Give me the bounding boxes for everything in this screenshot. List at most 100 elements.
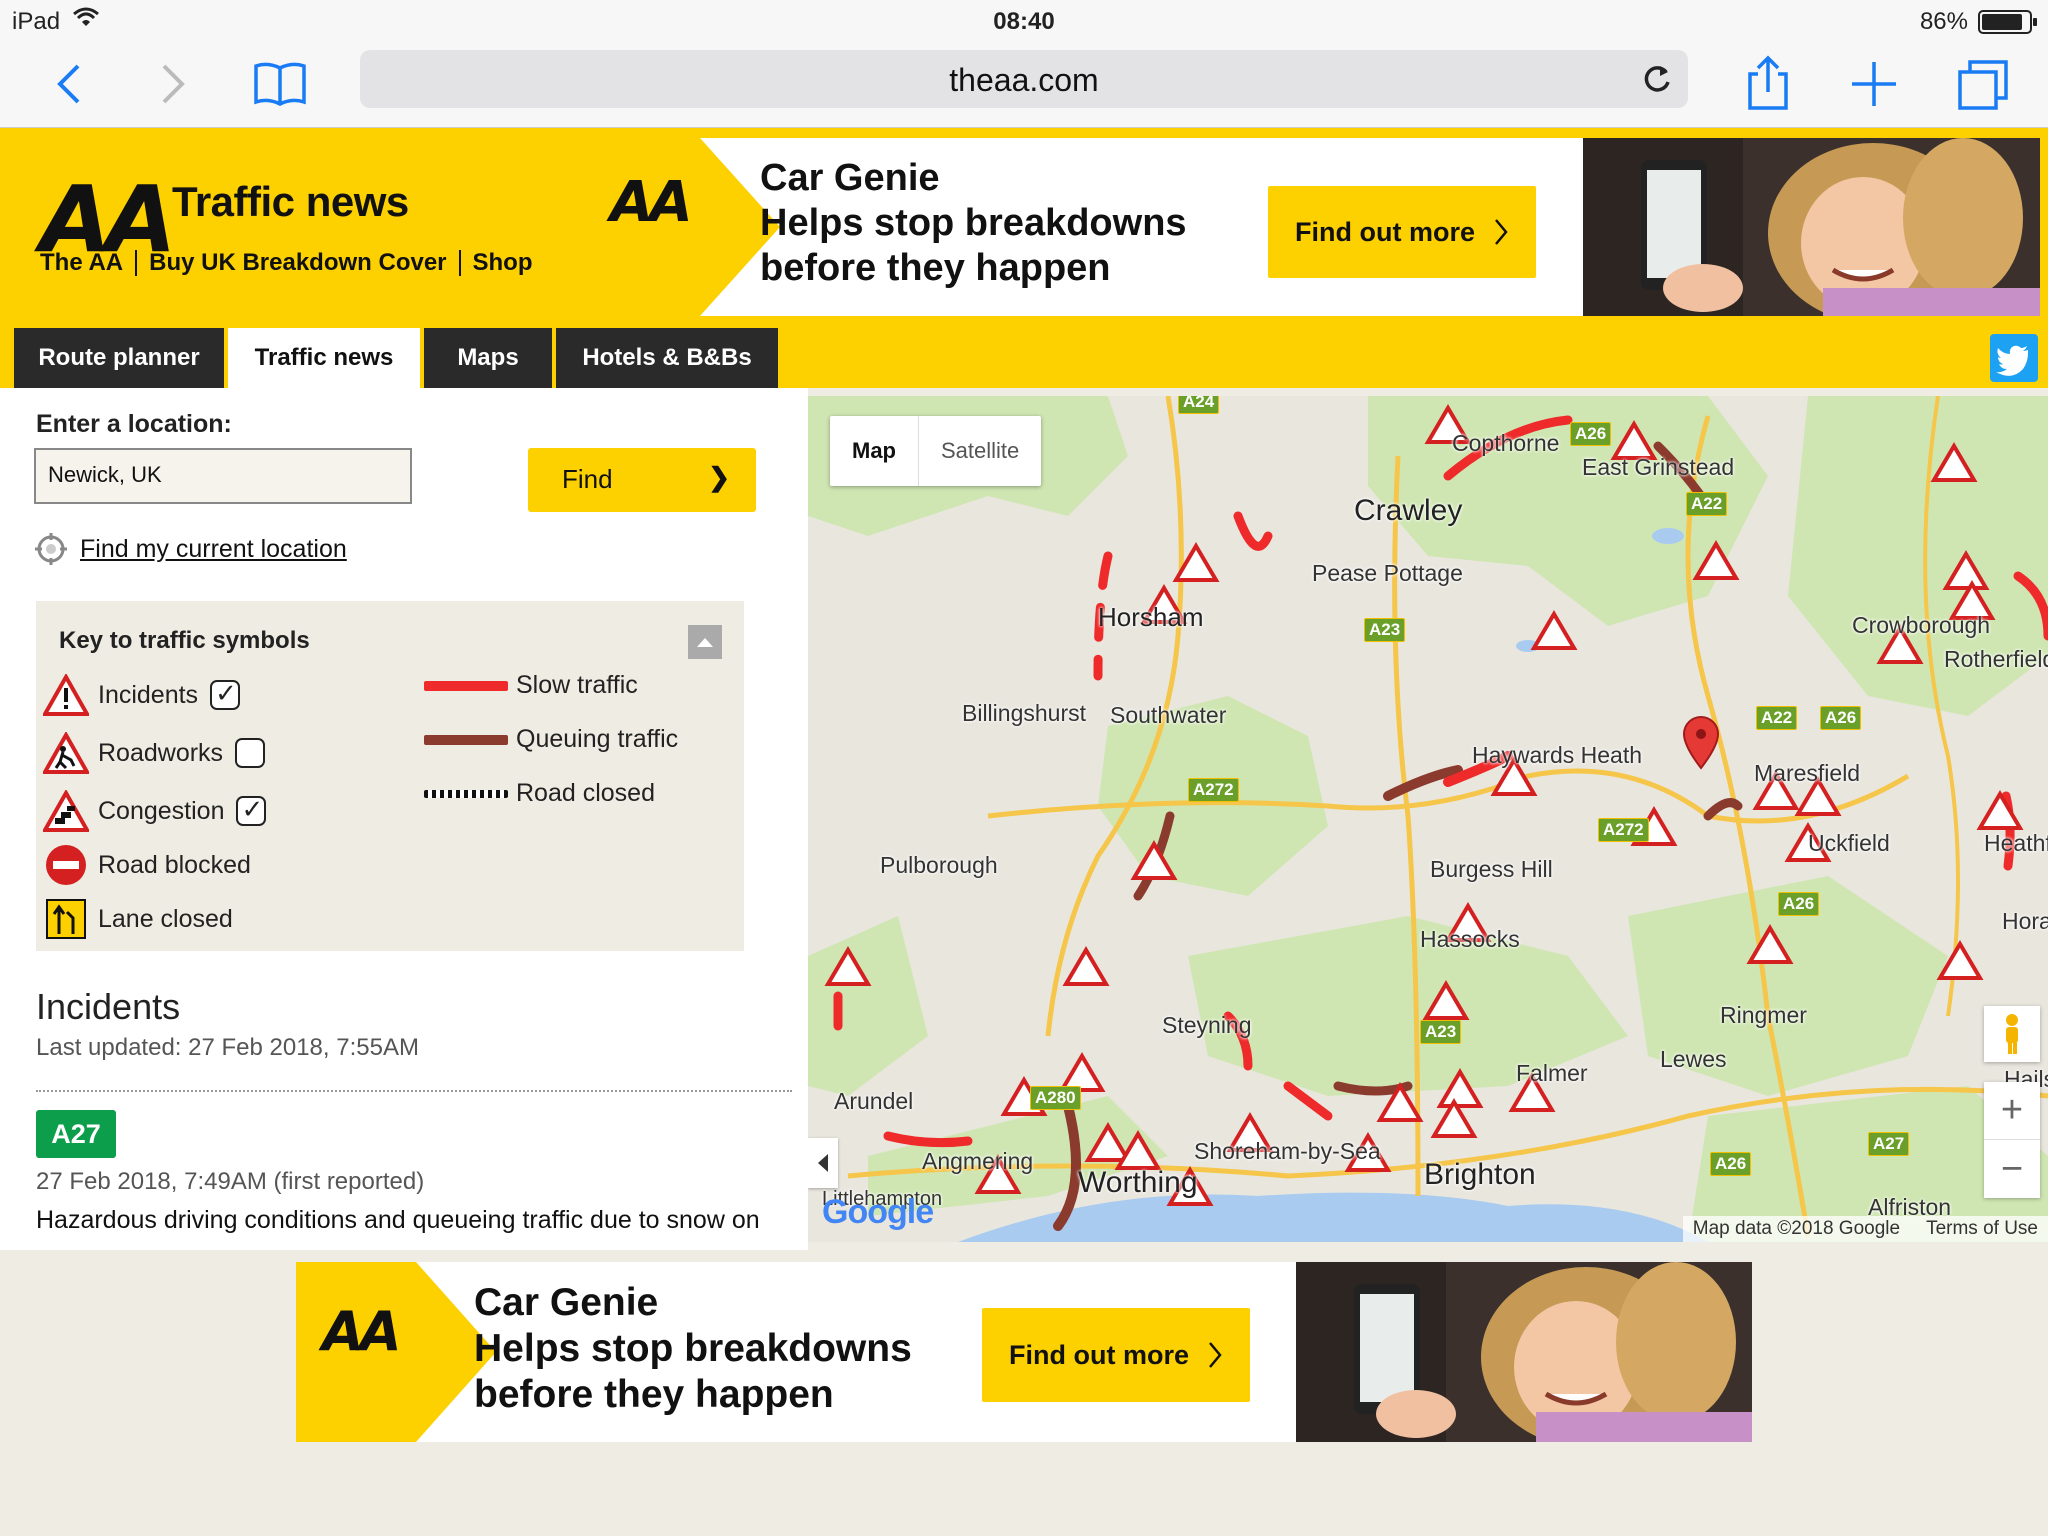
place-label: Uckfield: [1808, 830, 1890, 856]
place-label: East Grinstead: [1582, 454, 1735, 480]
place-label: Crowborough: [1852, 612, 1991, 638]
place-label: Horsham: [1098, 602, 1204, 632]
pegman-icon[interactable]: [1984, 1006, 2040, 1062]
key-label-slow: Slow traffic: [516, 671, 638, 699]
terms-of-use-link[interactable]: Terms of Use: [1926, 1218, 2038, 1240]
road-label: A23: [1420, 1020, 1462, 1044]
link-the-aa[interactable]: The AA: [40, 250, 138, 276]
ad-line2: Helps stop breakdowns: [474, 1327, 912, 1371]
road-label: A280: [1030, 1086, 1081, 1110]
place-label: Steyning: [1162, 1012, 1252, 1038]
place-label: Rotherfield: [1944, 646, 2048, 672]
incidents-heading: Incidents: [36, 986, 181, 1027]
back-icon[interactable]: [38, 52, 102, 116]
place-label: Southwater: [1110, 702, 1227, 728]
key-label-road-closed: Road closed: [516, 779, 655, 807]
road-blocked-icon: [42, 841, 90, 889]
tab-route-planner[interactable]: Route planner: [14, 328, 224, 388]
find-button-label: Find: [562, 464, 613, 494]
key-slow-traffic: Slow traffic: [424, 671, 638, 700]
incidents-checkbox[interactable]: [210, 678, 241, 710]
road-label: A27: [1868, 1132, 1910, 1156]
map-view-button[interactable]: Map: [830, 416, 919, 486]
place-label: Angmering: [922, 1148, 1034, 1174]
tab-traffic-news[interactable]: Traffic news: [228, 328, 420, 388]
status-bar: iPad 08:40 86%: [0, 0, 2048, 42]
ad-find-out-more-button[interactable]: Find out more: [982, 1308, 1250, 1402]
chevron-right-icon: ❯: [708, 462, 730, 492]
tabs-icon[interactable]: [1952, 52, 2016, 116]
road-closed-swatch: [424, 789, 508, 798]
place-label: Shoreham-by-Sea: [1194, 1138, 1381, 1164]
find-button[interactable]: Find ❯: [528, 448, 756, 512]
tab-hotels[interactable]: Hotels & B&Bs: [556, 328, 778, 388]
traffic-key-panel: Key to traffic symbols Incidents Roadwor…: [36, 601, 744, 951]
forward-icon[interactable]: [140, 52, 204, 116]
road-label: A272: [1598, 818, 1649, 842]
ad-line3: before they happen: [474, 1373, 834, 1417]
ad-aa-logo: AA: [610, 170, 693, 235]
link-shop[interactable]: Shop: [461, 250, 545, 276]
ad-headline: Car Genie: [474, 1281, 659, 1324]
tab-maps[interactable]: Maps: [424, 328, 552, 388]
car-genie-ad-bottom[interactable]: AA Car Genie Helps stop breakdowns befor…: [296, 1262, 1752, 1442]
chevron-right-icon: [1495, 219, 1508, 245]
road-label: A24: [1178, 396, 1220, 414]
incident-description: Hazardous driving conditions and queuein…: [36, 1206, 760, 1234]
location-label: Enter a location:: [36, 410, 232, 438]
ad-text: Car Genie Helps stop breakdowns before t…: [474, 1280, 912, 1418]
key-label-queuing: Queuing traffic: [516, 725, 679, 753]
address-bar[interactable]: theaa.com: [360, 50, 1688, 108]
road-label: A22: [1686, 492, 1728, 516]
roadworks-checkbox[interactable]: [235, 738, 266, 768]
share-icon[interactable]: [1736, 52, 1800, 116]
ad-line2: Helps stop breakdowns: [760, 201, 1187, 244]
google-logo: Google: [822, 1193, 934, 1232]
satellite-view-button[interactable]: Satellite: [919, 416, 1041, 486]
ad-text: Car Genie Helps stop breakdowns before t…: [760, 156, 1187, 290]
zoom-in-button[interactable]: +: [1984, 1082, 2040, 1140]
ad-find-out-more-button[interactable]: Find out more: [1268, 186, 1536, 278]
header-links: The AA Buy UK Breakdown Cover Shop: [40, 250, 545, 276]
link-breakdown-cover[interactable]: Buy UK Breakdown Cover: [137, 250, 461, 276]
twitter-icon[interactable]: [1990, 334, 2038, 382]
battery-icon: [1978, 10, 2037, 34]
collapse-button[interactable]: [688, 625, 722, 659]
panel-toggle-arrow[interactable]: [808, 1138, 838, 1188]
reload-icon[interactable]: [1640, 62, 1674, 96]
divider: [36, 1090, 792, 1092]
new-tab-icon[interactable]: [1842, 52, 1906, 116]
map-type-control: Map Satellite: [830, 416, 1042, 486]
bookmarks-icon[interactable]: [248, 52, 312, 116]
place-label: Burgess Hill: [1430, 856, 1553, 882]
key-road-blocked: Road blocked: [42, 841, 251, 889]
crosshair-icon: [35, 533, 67, 565]
key-label-incidents: Incidents: [98, 680, 199, 709]
queuing-traffic-swatch: [424, 734, 508, 745]
road-label: A23: [1364, 618, 1406, 642]
key-label-road-blocked: Road blocked: [98, 850, 251, 879]
key-lane-closed: Lane closed: [42, 895, 233, 943]
place-label: Crawley: [1354, 494, 1463, 527]
road-label: A26: [1570, 422, 1612, 446]
traffic-map[interactable]: Map Satellite Copthorne East Grinstead C…: [808, 396, 2048, 1242]
car-genie-ad-top[interactable]: AA Car Genie Helps stop breakdowns befor…: [580, 138, 2040, 316]
battery-percent: 86%: [1919, 8, 1968, 35]
key-congestion: Congestion: [42, 787, 267, 835]
location-input[interactable]: Newick, UK: [34, 448, 412, 504]
chevron-left-icon: [818, 1154, 828, 1172]
key-road-closed: Road closed: [424, 779, 655, 808]
ad-line3: before they happen: [760, 246, 1111, 289]
browser-toolbar: theaa.com: [0, 42, 2048, 128]
find-current-location-link[interactable]: Find my current location: [34, 532, 347, 566]
place-label: Pulborough: [880, 852, 998, 878]
congestion-checkbox[interactable]: [236, 794, 267, 826]
key-label-roadworks: Roadworks: [98, 738, 224, 767]
clock: 08:40: [993, 8, 1055, 35]
zoom-out-button[interactable]: −: [1984, 1140, 2040, 1198]
main-nav: Route planner Traffic news Maps Hotels &…: [0, 326, 2048, 388]
page-title: Traffic news: [172, 178, 409, 225]
congestion-icon: [42, 787, 90, 835]
place-label: Falmer: [1516, 1060, 1588, 1086]
key-label-lane-closed: Lane closed: [98, 904, 233, 933]
